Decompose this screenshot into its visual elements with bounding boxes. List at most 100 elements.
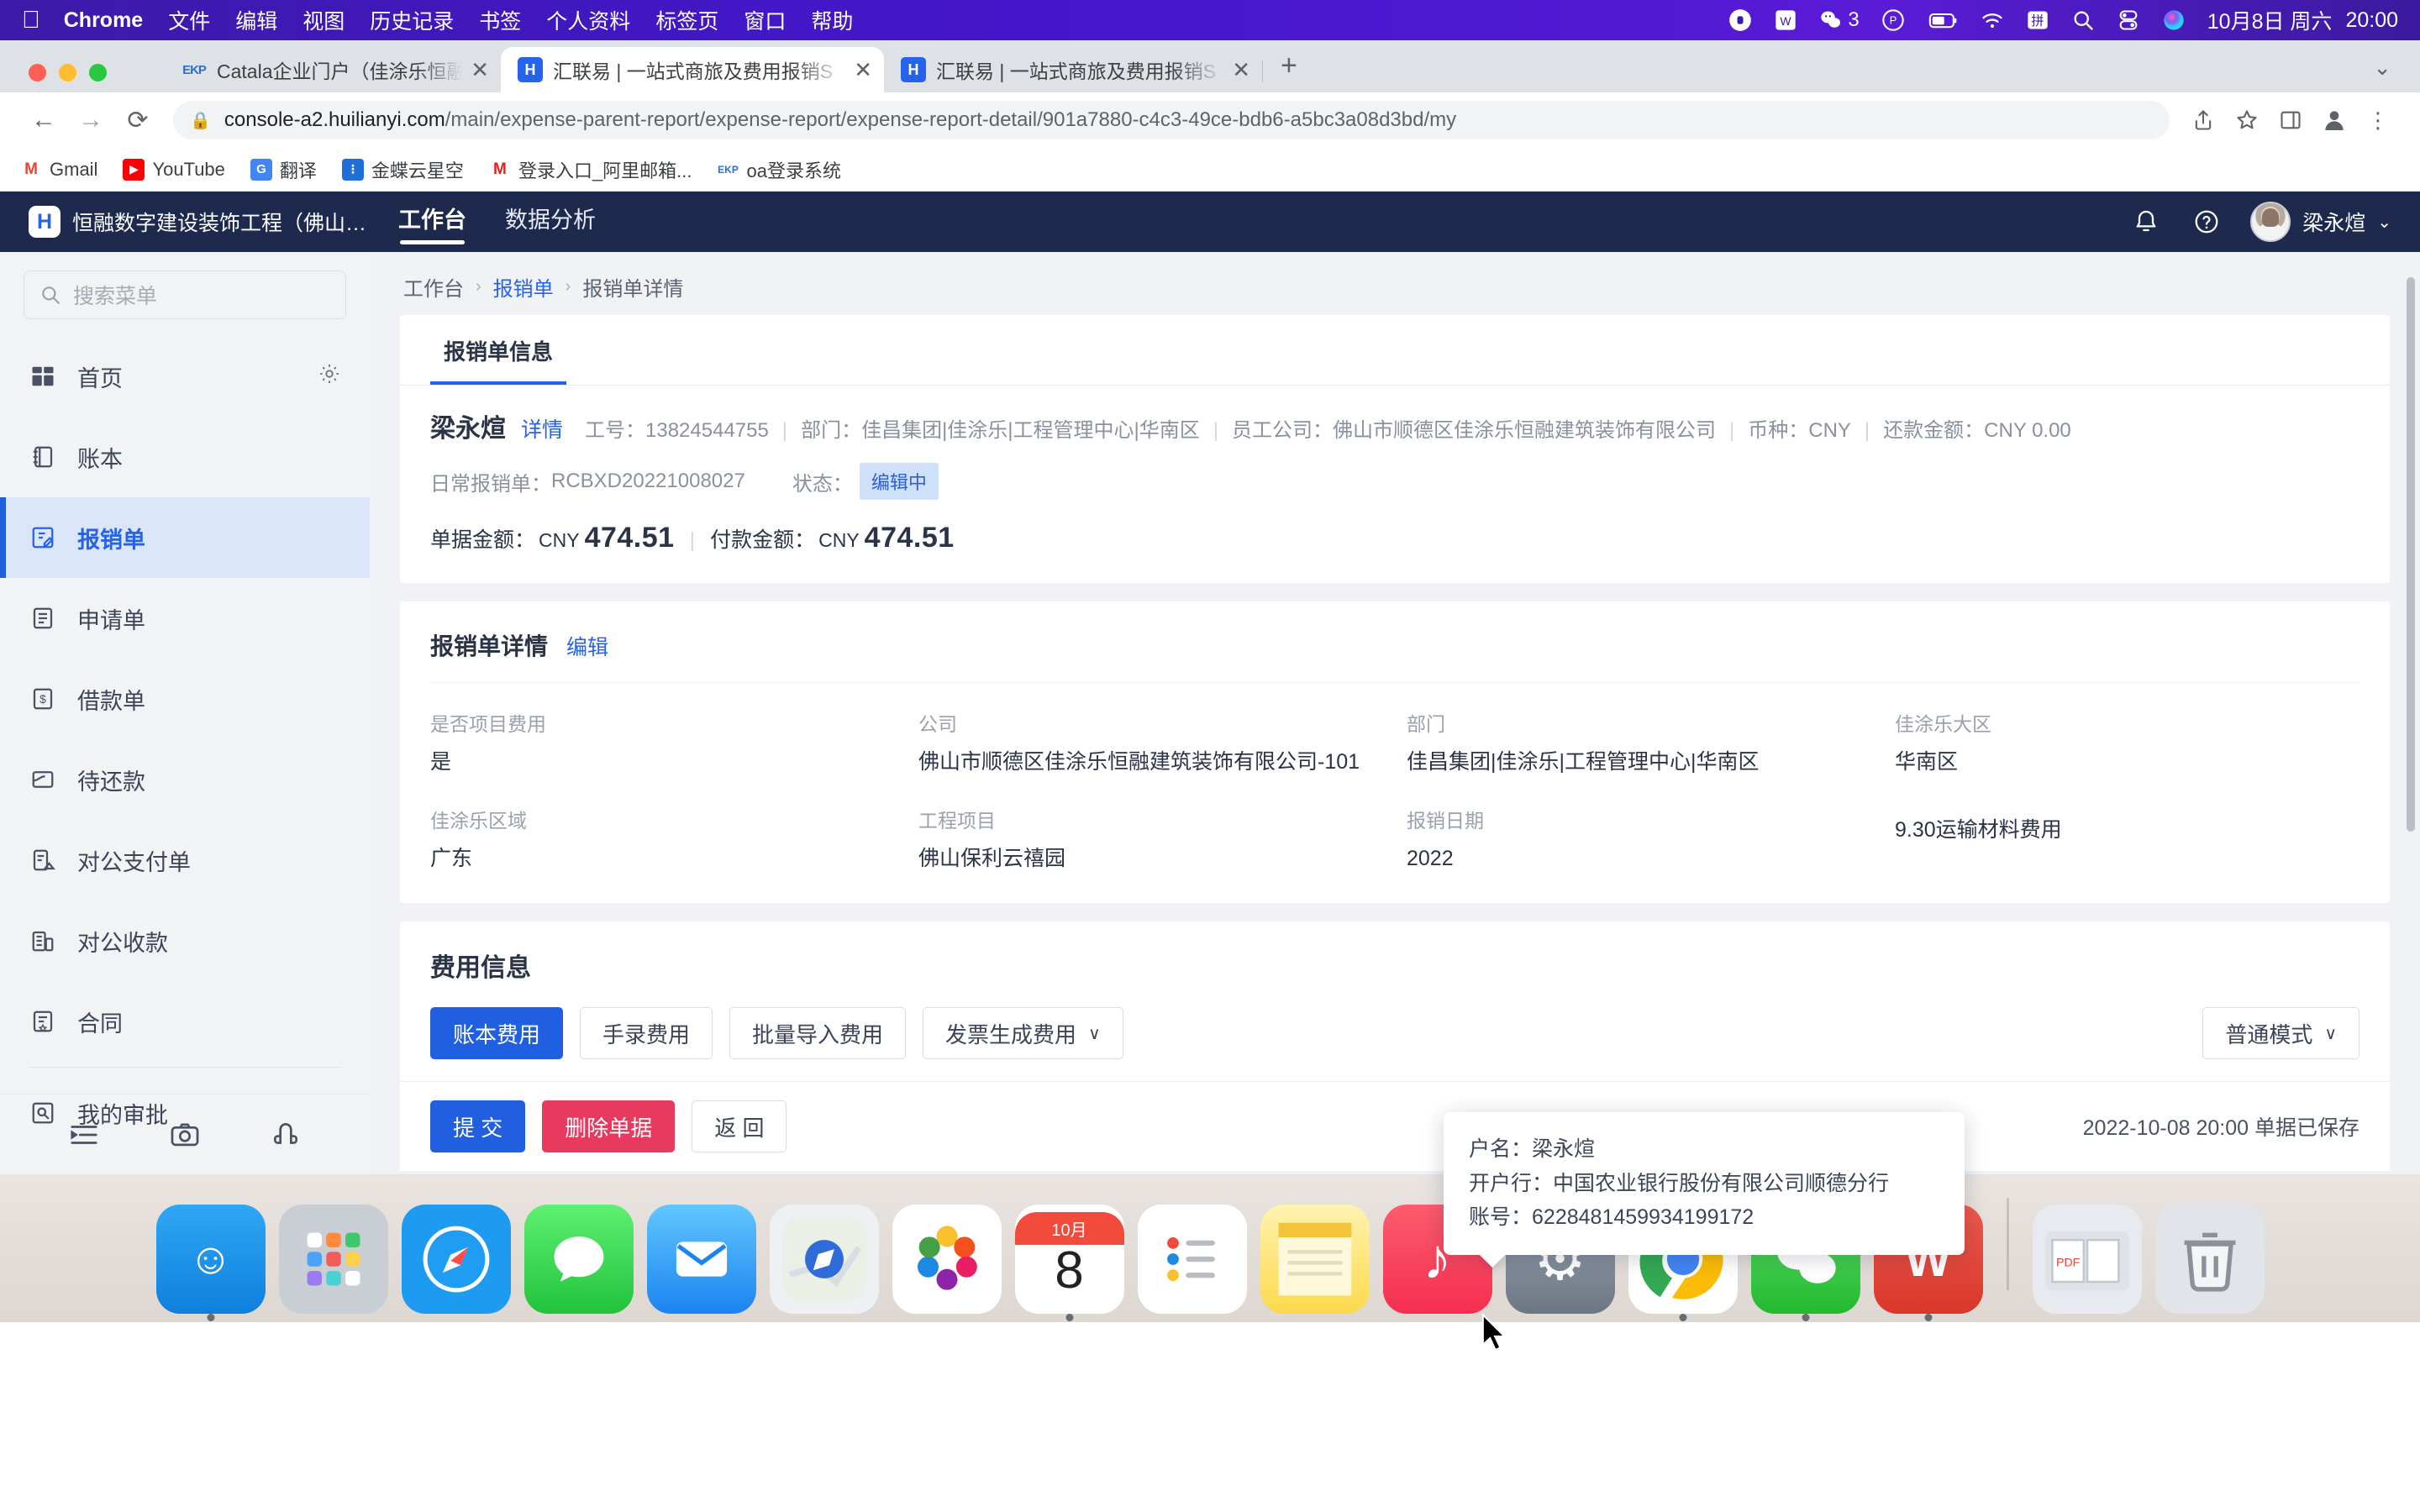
summary-row-3: 单据金额： CNY 474.51 | 付款金额： CNY 474.51 [430,522,2360,554]
menu-history[interactable]: 历史记录 [370,5,454,35]
back-button[interactable]: ← [20,97,67,144]
menu-bookmarks[interactable]: 书签 [479,5,521,35]
input-method-icon[interactable]: 拼 [2026,8,2049,32]
browser-tab-3[interactable]: H 汇联易 | 一站式商旅及费用报销S ✕ [884,47,1263,92]
close-window-button[interactable] [29,64,46,81]
content-scrollbar[interactable] [2407,277,2415,832]
tooltip-account-name: 户名：梁永煊 [1469,1132,1939,1167]
menu-help[interactable]: 帮助 [811,5,853,35]
dock-safari[interactable] [401,1205,511,1314]
bookmark-alimail[interactable]: M 登录入口_阿里邮箱... [489,156,692,183]
tab-batch-import-expense[interactable]: 批量导入费用 [729,1007,907,1059]
sidebar-item-corporate-payment[interactable]: 对公支付单 [0,820,370,900]
forward-button[interactable]: → [67,97,114,144]
running-indicator [1065,1314,1073,1321]
share-icon[interactable] [2181,98,2225,142]
tab-ledger-expense[interactable]: 账本费用 [430,1007,564,1059]
dock-messages[interactable] [523,1205,634,1314]
sidebar-item-contract[interactable]: 合同 [0,981,370,1062]
onepassword-icon[interactable] [1728,8,1752,32]
browser-tab-2[interactable]: H 汇联易 | 一站式商旅及费用报销S ✕ [501,47,884,92]
doc-amount-label: 单据金额： [430,528,536,552]
edit-link[interactable]: 编辑 [566,631,608,661]
dock-mail[interactable] [646,1205,756,1314]
dock-pdf-folder[interactable]: PDF [2032,1205,2142,1314]
sidebar-item-corporate-receipt[interactable]: 对公收款 [0,900,370,981]
user-menu[interactable]: 梁永煊 ⌄ [2250,202,2391,242]
gear-icon[interactable] [318,362,341,391]
nav-tab-analytics[interactable]: 数据分析 [505,202,596,243]
menu-chrome[interactable]: Chrome [64,8,143,33]
delete-document-button[interactable]: 删除单据 [542,1100,676,1152]
help-icon[interactable] [2190,205,2223,239]
mode-select-button[interactable]: 普通模式 ∨ [2202,1007,2360,1059]
search-menu-input[interactable]: 搜索菜单 [24,270,346,319]
bookmark-oa[interactable]: EKP oa登录系统 [718,156,841,183]
menu-profile[interactable]: 个人资料 [546,5,630,35]
dock-finder[interactable]: ☺ [155,1205,266,1321]
sidebar-item-ledger[interactable]: 账本 [0,417,370,497]
bell-icon[interactable] [2129,205,2163,239]
sidebar-item-loan[interactable]: $ 借款单 [0,659,370,739]
battery-icon[interactable] [1927,8,1959,32]
menu-file[interactable]: 文件 [168,5,210,35]
repay-value: CNY 0.00 [1984,419,2071,442]
mail-icon [676,1242,727,1277]
vpn-icon[interactable]: P [1881,8,1905,32]
dock-launchpad[interactable] [278,1205,388,1314]
profile-avatar-icon[interactable] [2312,98,2356,142]
close-tab-icon[interactable]: ✕ [471,59,489,81]
bookmark-star-icon[interactable] [2225,98,2269,142]
minimize-window-button[interactable] [59,64,76,81]
sidebar-item-home[interactable]: 首页 [0,336,370,417]
nav-tab-workbench[interactable]: 工作台 [398,202,466,244]
apple-logo-icon[interactable]:  [22,8,40,33]
bookmark-gmail[interactable]: M Gmail [20,159,97,181]
dock-notes[interactable] [1260,1205,1370,1314]
collapse-sidebar-icon[interactable] [65,1116,103,1154]
dock-calendar[interactable]: 10月 8 [1014,1205,1124,1321]
browser-tab-1[interactable]: EKP Catala企业门户（佳涂乐恒融建筑 ✕ [165,47,501,92]
dock-trash[interactable] [2154,1205,2265,1314]
address-bar[interactable]: 🔒 console-a2.huilianyi.com /main/expense… [173,101,2170,139]
sidebar-item-expense-report[interactable]: 报销单 [0,497,370,578]
bookmark-translate[interactable]: G 翻译 [250,156,317,183]
dock-maps[interactable] [769,1205,879,1314]
back-button[interactable]: 返 回 [692,1100,787,1152]
detail-link[interactable]: 详情 [521,413,563,444]
dock-photos[interactable] [892,1205,1002,1314]
field-label: 报销日期 [1407,810,1484,832]
window-controls[interactable] [29,64,107,81]
maximize-window-button[interactable] [89,64,107,81]
menu-window[interactable]: 窗口 [744,5,786,35]
tab-manual-expense[interactable]: 手录费用 [580,1007,713,1059]
chrome-menu-icon[interactable]: ⋮ [2356,98,2400,142]
tab-expense-report-info[interactable]: 报销单信息 [430,315,567,385]
menu-view[interactable]: 视图 [302,5,345,35]
side-panel-icon[interactable] [2269,98,2312,142]
wechat-icon[interactable]: 3 [1819,8,1860,32]
wifi-icon[interactable] [1981,8,2004,32]
camera-icon[interactable] [166,1116,204,1154]
close-tab-icon[interactable]: ✕ [854,59,872,81]
dock-reminders[interactable] [1137,1205,1247,1314]
breadcrumb-item-1[interactable]: 工作台 [403,272,464,302]
menu-edit[interactable]: 编辑 [235,5,277,35]
submit-button[interactable]: 提 交 [430,1100,526,1152]
wps-icon[interactable]: W [1774,8,1797,32]
bookmark-youtube[interactable]: ▶ YouTube [123,158,225,181]
new-tab-button[interactable]: + [1262,50,1316,92]
tab-invoice-generate-expense[interactable]: 发票生成费用 ∨ [923,1007,1123,1059]
reload-button[interactable]: ⟳ [114,97,161,144]
sidebar-item-repayment[interactable]: 待还款 [0,739,370,820]
breadcrumb-item-2[interactable]: 报销单 [493,272,554,302]
siri-icon[interactable] [2162,8,2186,32]
menu-tabs[interactable]: 标签页 [655,5,718,35]
control-center-icon[interactable] [2117,8,2140,32]
feedback-icon[interactable] [266,1116,305,1154]
bookmark-kingdee[interactable]: ⋮ 金蝶云星空 [341,156,464,183]
close-tab-icon[interactable]: ✕ [1232,59,1250,81]
search-icon[interactable] [2071,8,2095,32]
sidebar-item-application[interactable]: 申请单 [0,578,370,659]
tab-search-chevron-icon[interactable]: ⌄ [2373,55,2420,92]
